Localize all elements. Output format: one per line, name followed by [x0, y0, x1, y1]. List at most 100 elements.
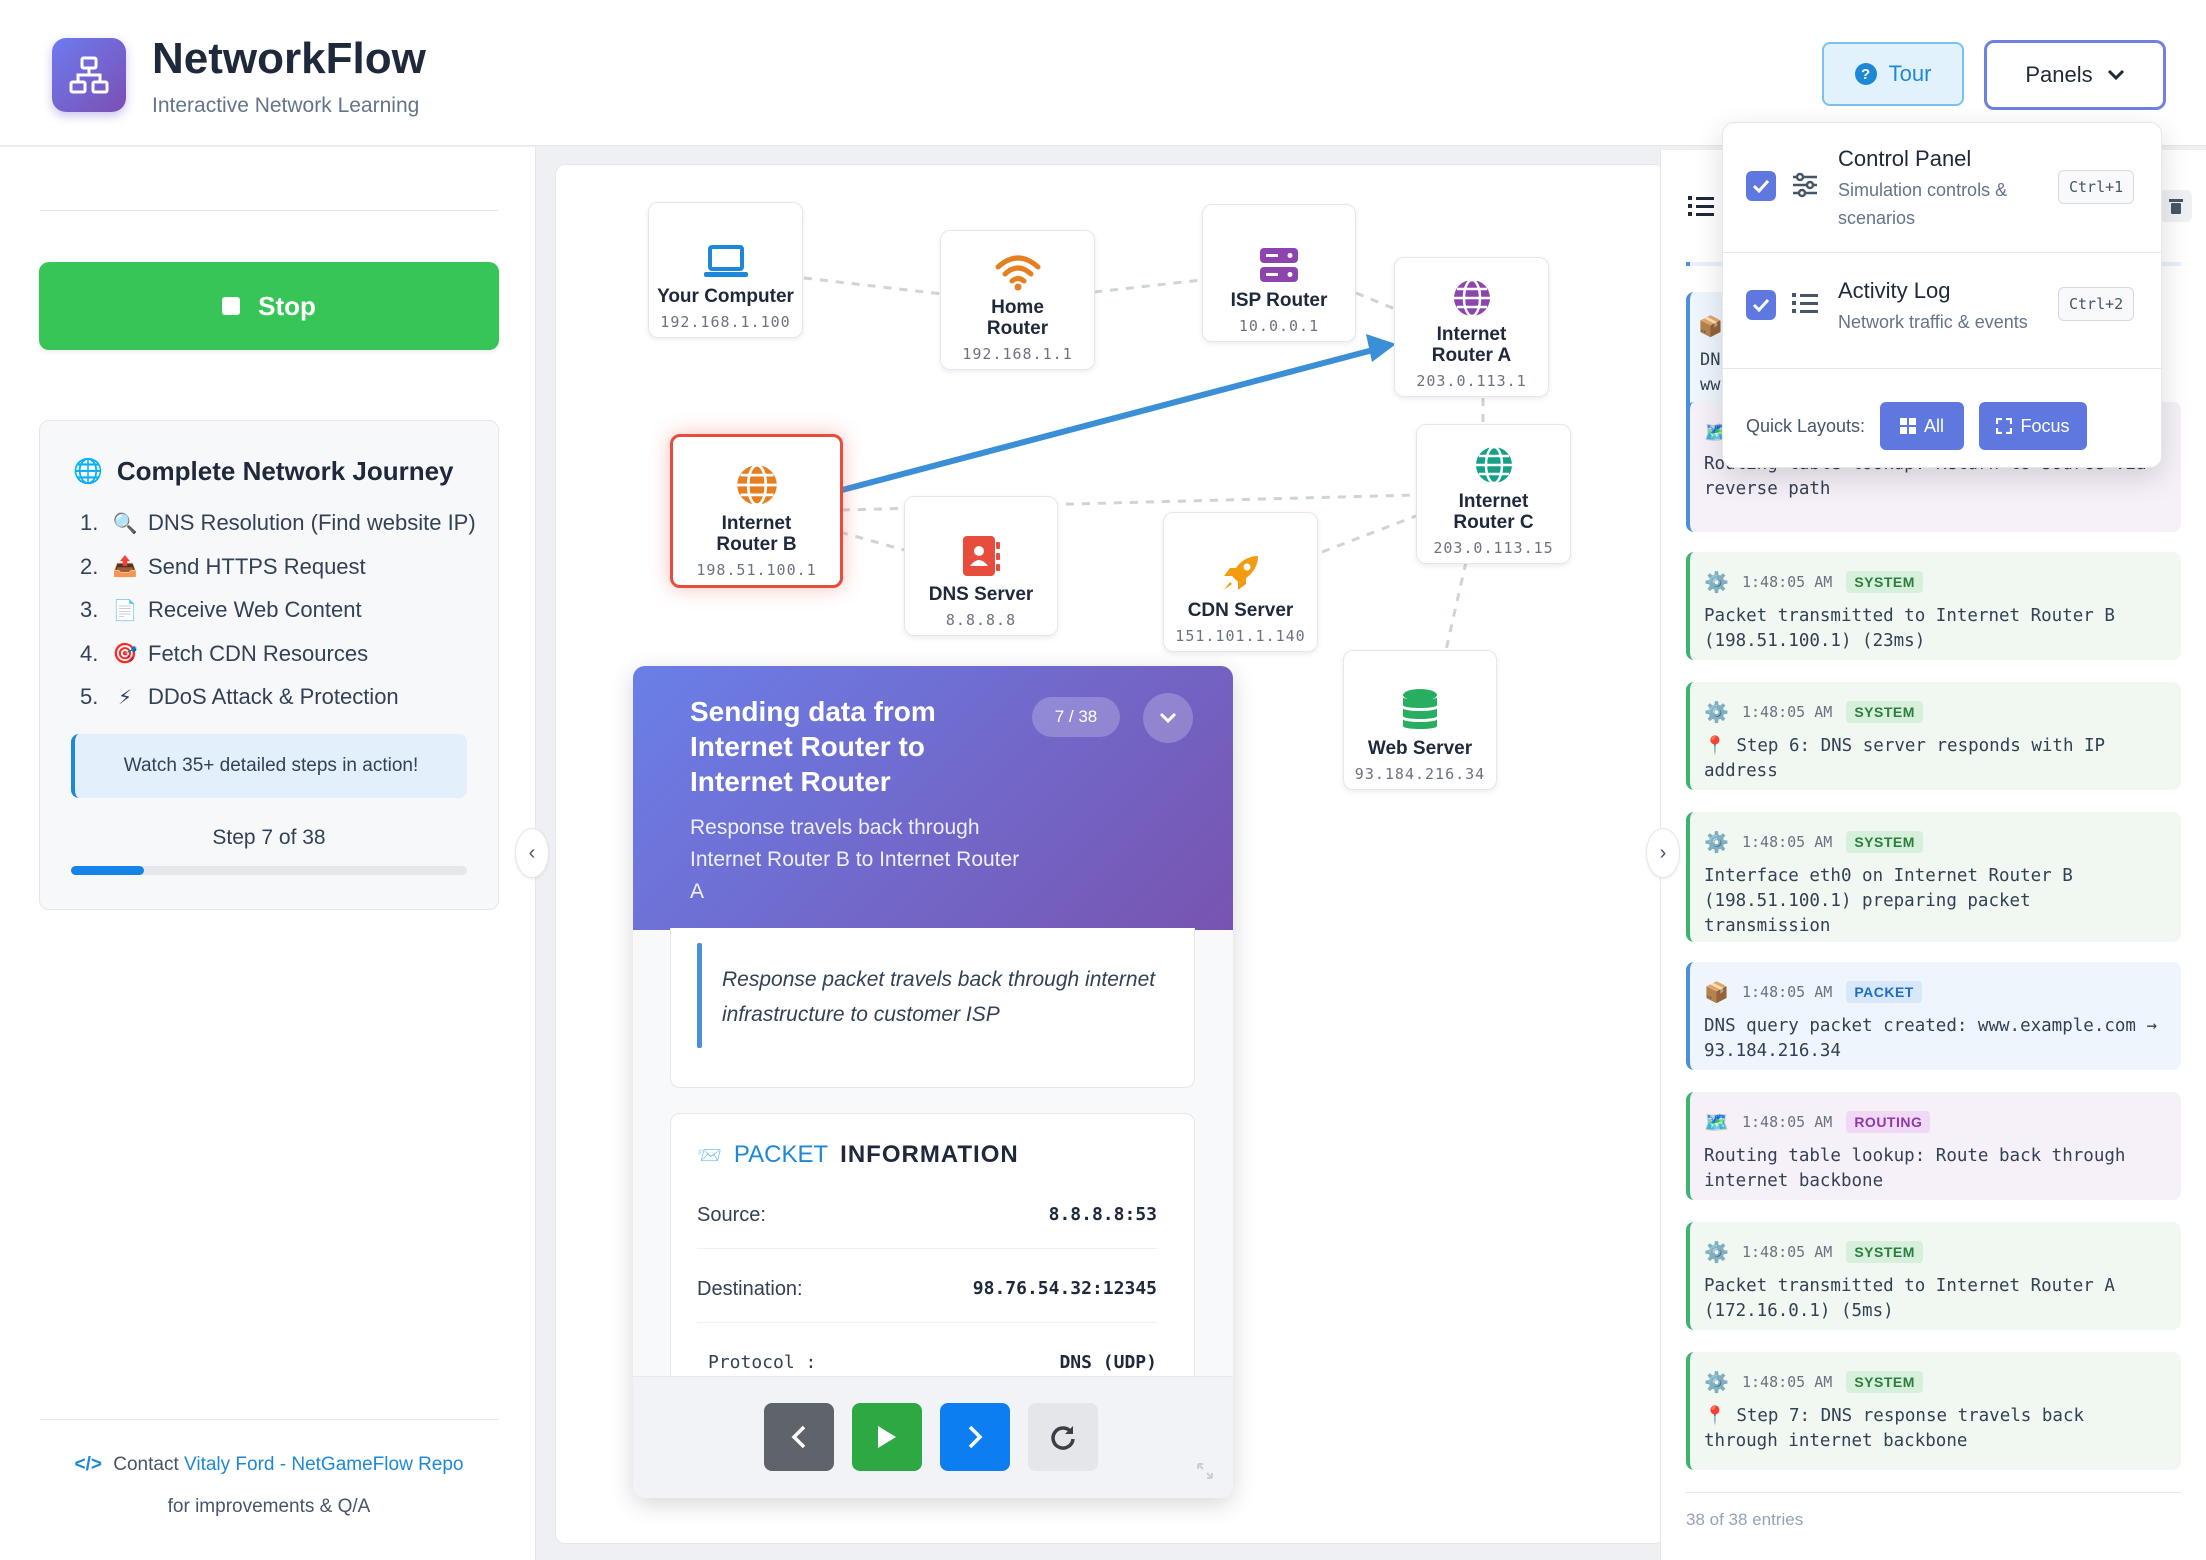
- node-cdn-server[interactable]: CDN Server 151.101.1.140: [1163, 512, 1318, 652]
- gear-icon: ⚙️: [1704, 830, 1729, 854]
- gear-icon: ⚙️: [1704, 700, 1729, 724]
- log-entry: ⚙️ 1:48:05 AM SYSTEM 📍 Step 6: DNS server r…: [1686, 682, 2181, 790]
- row-label: Protocol :: [708, 1352, 817, 1373]
- node-ip: 192.168.1.100: [660, 313, 791, 331]
- log-entry: ⚙️ 1:48:05 AM SYSTEM 📍 Step 7: DNS response…: [1686, 1352, 2181, 1470]
- row-value: DNS (UDP): [1059, 1352, 1157, 1373]
- row-value: 8.8.8.8:53: [1048, 1204, 1157, 1225]
- reset-icon: [1051, 1426, 1075, 1450]
- log-entry: ⚙️ 1:48:05 AM SYSTEM Packet transmitted to …: [1686, 552, 2181, 660]
- node-label: CDN Server: [1187, 600, 1294, 621]
- node-ip: 93.184.216.34: [1354, 765, 1486, 783]
- collapse-right-button[interactable]: ›: [1646, 828, 1680, 878]
- row-divider: [697, 1322, 1157, 1323]
- log-entry-partial: 📦 DN ww: [1686, 292, 1726, 418]
- log-message: 📍 Step 7: DNS response travels back thro…: [1704, 1406, 2085, 1451]
- node-ip: 8.8.8.8: [945, 611, 1017, 629]
- log-message: Packet transmitted to Internet Router B …: [1704, 606, 2115, 651]
- row-divider: [697, 1248, 1157, 1249]
- reset-button[interactable]: [1028, 1403, 1098, 1471]
- grid-icon: [1899, 418, 1916, 434]
- control-panel-title: Control Panel: [1838, 146, 1972, 171]
- packet-word: PACKET: [733, 1141, 829, 1168]
- node-label: Internet Router C: [1453, 491, 1534, 533]
- step-description: Response travels back through Internet R…: [690, 816, 1020, 903]
- chevron-down-icon: [1159, 712, 1177, 724]
- node-label: Internet Router A: [1431, 324, 1512, 366]
- log-time: 1:48:05 AM: [1742, 573, 1833, 591]
- log-time: 1:48:05 AM: [1742, 1243, 1833, 1261]
- layout-all-label: All: [1923, 415, 1944, 436]
- control-panel-checkbox[interactable]: [1746, 171, 1776, 201]
- log-time: 1:48:05 AM: [1742, 1373, 1833, 1391]
- log-time: 1:48:05 AM: [1742, 833, 1833, 851]
- log-message: DNS query packet created: www.example.co…: [1704, 1016, 2158, 1061]
- node-label: DNS Server: [928, 584, 1034, 605]
- node-internet-router-c[interactable]: Internet Router C 203.0.113.15: [1416, 424, 1571, 564]
- log-entry-count: 38 of 38 entries: [1686, 1510, 1804, 1529]
- node-ip: 192.168.1.1: [962, 345, 1073, 363]
- node-ip: 10.0.0.1: [1238, 317, 1320, 335]
- node-home-router[interactable]: Home Router 192.168.1.1: [940, 230, 1095, 370]
- expand-icon: [1996, 418, 2013, 434]
- laptop-icon: [703, 245, 748, 277]
- layout-focus-button[interactable]: Focus: [1979, 402, 2087, 450]
- quick-layouts-label: Quick Layouts:: [1746, 416, 1866, 436]
- node-label: Home Router: [986, 297, 1049, 339]
- step-nav-bar: [633, 1376, 1233, 1498]
- log-entry: 📦 1:48:05 AM PACKET DNS query packet create…: [1686, 962, 2181, 1070]
- node-label: ISP Router: [1230, 290, 1328, 311]
- packet-arrow-head: [1366, 334, 1396, 362]
- log-tag: ROUTING: [1846, 1111, 1931, 1133]
- prev-step-button[interactable]: [764, 1403, 834, 1471]
- node-ip: 151.101.1.140: [1175, 627, 1306, 645]
- next-step-button[interactable]: [940, 1403, 1010, 1471]
- packet-info-heading: 📨 PACKET INFORMATION: [697, 1141, 1019, 1169]
- clear-log-button[interactable]: [2160, 190, 2192, 222]
- divider: [1722, 252, 2162, 253]
- row-value: 98.76.54.32:12345: [972, 1278, 1157, 1299]
- node-dns-server[interactable]: DNS Server 8.8.8.8: [904, 496, 1058, 636]
- node-ip: 203.0.113.15: [1433, 539, 1554, 557]
- node-web-server[interactable]: Web Server 93.184.216.34: [1343, 650, 1497, 790]
- packet-row-destination: Destination: 98.76.54.32:12345: [697, 1278, 1157, 1301]
- map-icon: 🗺️: [1704, 1110, 1729, 1134]
- gear-icon: ⚙️: [1704, 1240, 1729, 1264]
- activity-log-title: Activity Log: [1838, 278, 1951, 303]
- sliders-icon: [1792, 172, 1818, 203]
- packet-arrow: [841, 347, 1374, 493]
- check-icon: [1752, 298, 1770, 312]
- server-icon: [1260, 248, 1298, 282]
- play-icon: [878, 1426, 896, 1448]
- wifi-icon: [995, 255, 1040, 291]
- chevron-right-icon: ›: [1659, 841, 1667, 864]
- list-icon: [1792, 292, 1818, 319]
- log-tag: SYSTEM: [1846, 1371, 1923, 1393]
- log-tag: SYSTEM: [1846, 1241, 1923, 1263]
- gear-icon: ⚙️: [1704, 1370, 1729, 1394]
- step-quote: Response packet travels back through int…: [722, 968, 1156, 1026]
- log-partial-text: DN ww: [1700, 350, 1721, 395]
- step-collapse-button[interactable]: [1143, 693, 1193, 743]
- node-internet-router-a[interactable]: Internet Router A 203.0.113.1: [1394, 257, 1549, 397]
- layout-all-button[interactable]: All: [1880, 402, 1964, 450]
- globe-icon: [736, 463, 777, 507]
- packet-row-protocol: Protocol : DNS (UDP): [708, 1352, 1157, 1373]
- log-message: Interface eth0 on Internet Router B (198…: [1704, 866, 2073, 936]
- address-book-icon: [963, 536, 1000, 576]
- node-isp-router[interactable]: ISP Router 10.0.0.1: [1202, 204, 1356, 342]
- resize-handle-icon[interactable]: [1196, 1462, 1214, 1480]
- log-tag: SYSTEM: [1846, 701, 1923, 723]
- play-button[interactable]: [852, 1403, 922, 1471]
- log-entry: ⚙️ 1:48:05 AM SYSTEM Packet transmitted to …: [1686, 1222, 2181, 1330]
- activity-log-checkbox[interactable]: [1746, 290, 1776, 320]
- package-icon: 📦: [1698, 316, 1723, 338]
- shortcut-key: Ctrl+2: [2058, 287, 2135, 321]
- log-time: 1:48:05 AM: [1742, 703, 1833, 721]
- control-panel-subtitle: Simulation controls & scenarios: [1838, 180, 2008, 228]
- log-entry: 🗺️ 1:48:05 AM ROUTING Routing table lookup:…: [1686, 1092, 2181, 1200]
- divider: [1686, 1492, 2181, 1493]
- node-internet-router-b[interactable]: Internet Router B 198.51.100.1: [670, 434, 843, 588]
- node-your-computer[interactable]: Your Computer 192.168.1.100: [648, 202, 803, 338]
- log-time: 1:48:05 AM: [1742, 1113, 1833, 1131]
